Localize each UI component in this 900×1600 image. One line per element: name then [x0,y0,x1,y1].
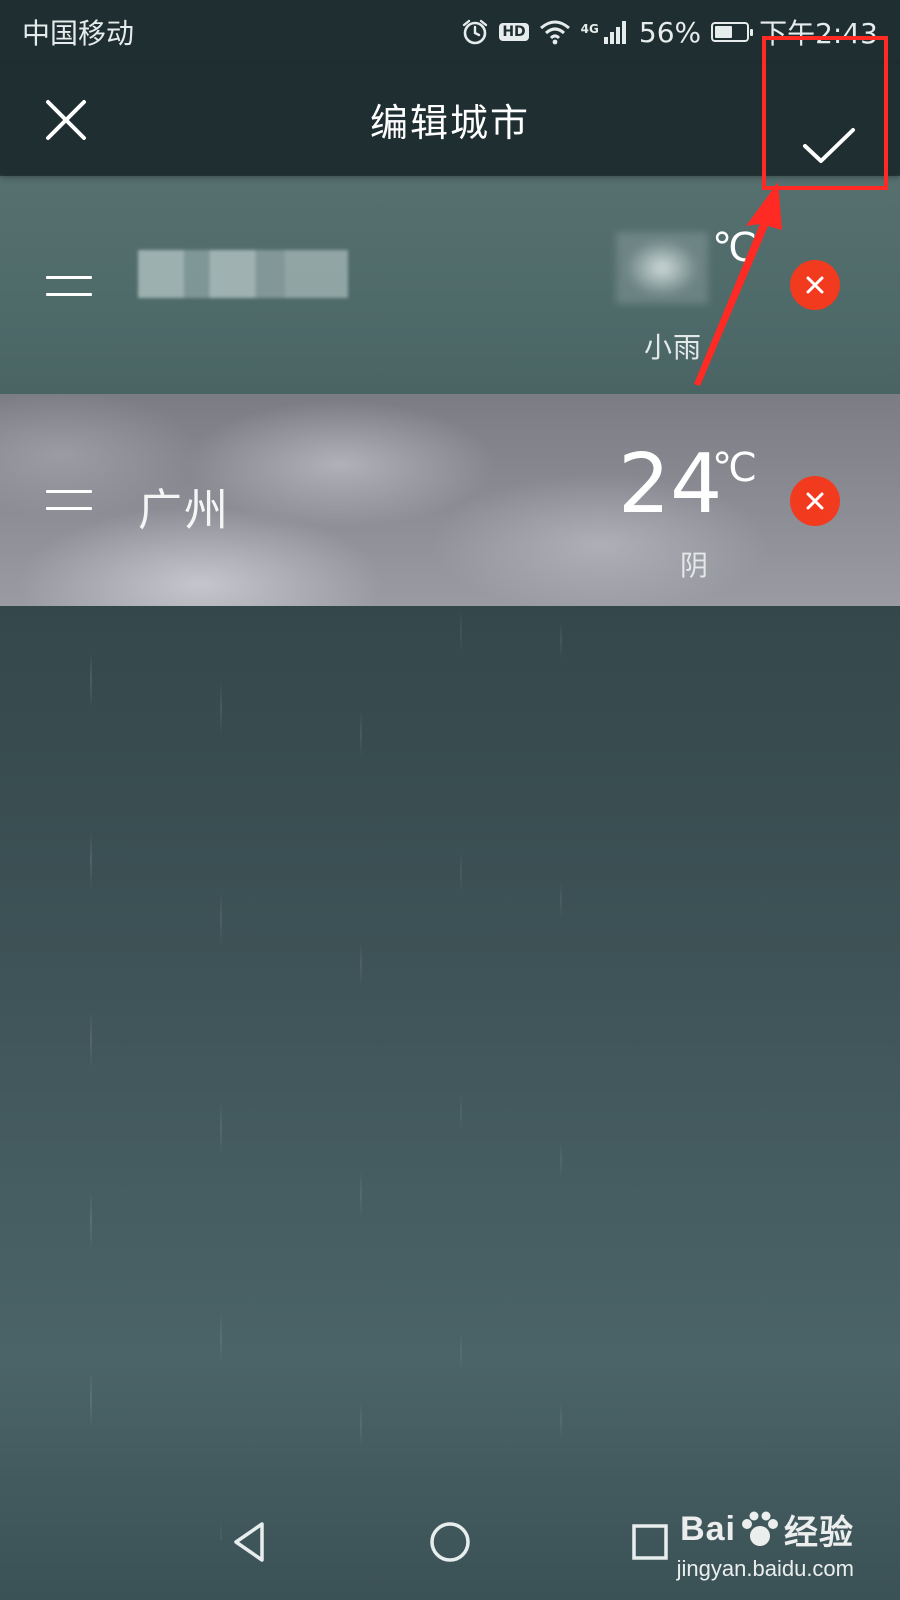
rain-background-layer [0,610,900,1540]
drag-handle-icon[interactable] [46,490,92,510]
city-list: ℃ 小雨 广州 24 ℃ 阴 [0,176,900,606]
time-label: 下午2:43 [759,17,878,50]
confirm-button[interactable] [770,88,888,204]
home-button[interactable] [420,1512,480,1572]
battery-percent: 56% [638,15,702,49]
back-icon [234,1522,264,1562]
check-icon [803,128,855,163]
status-bar: 中国移动 HD 4G 56% 下午2:43 [0,0,900,64]
page-title: 编辑城市 [369,100,530,145]
navigation-bar: Bai 经验 jingyan.baidu.com [0,1490,900,1600]
home-icon [430,1522,470,1562]
rain-background [0,610,900,1540]
watermark-brand-suffix: 经验 [784,1514,854,1552]
status-icons: HD 4G 56% 下午2:43 [461,12,878,52]
recents-icon [632,1524,668,1560]
battery-level [715,26,733,38]
temperature-unit: ℃ [712,225,757,271]
city-name: 广州 [138,485,230,536]
watermark-brand: Bai [680,1510,736,1548]
paw-icon [742,1511,778,1546]
city-row[interactable]: 广州 24 ℃ 阴 [0,394,900,606]
watermark-url: jingyan.baidu.com [676,1556,854,1581]
delete-city-button[interactable] [790,260,840,310]
hd-icon: HD [499,23,529,41]
signal-icon [603,19,629,45]
temperature-obscured [616,232,708,304]
alarm-icon [461,18,489,46]
city-name-obscured [138,250,348,298]
close-icon [806,276,824,294]
battery-icon [711,22,754,42]
baidu-jingyan-watermark: Bai 经验 jingyan.baidu.com [677,1505,854,1582]
network-type-label: 4G [580,22,599,36]
temperature-unit: ℃ [712,445,757,491]
title-bar: 编辑城市 [0,64,900,174]
back-button[interactable] [220,1512,280,1572]
delete-city-button[interactable] [790,476,840,526]
city-row[interactable]: ℃ 小雨 [0,176,900,394]
drag-handle-icon[interactable] [46,276,92,296]
carrier-label: 中国移动 [22,17,135,50]
temperature-value: 24 [618,437,723,532]
weather-description: 阴 [680,549,710,582]
weather-description: 小雨 [644,331,703,364]
recents-button[interactable] [620,1512,680,1572]
close-icon [806,492,824,510]
wifi-icon [539,19,571,45]
